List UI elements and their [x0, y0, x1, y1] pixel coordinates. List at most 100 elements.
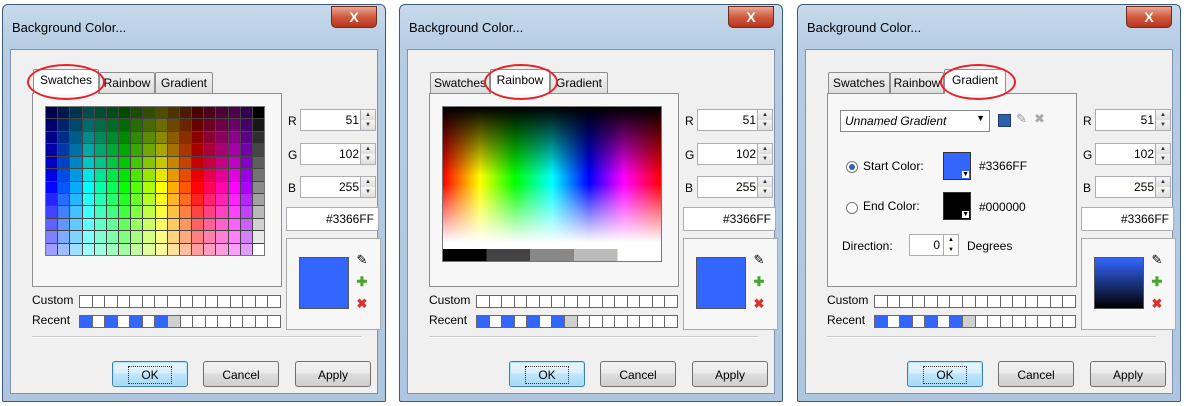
swatch-cell[interactable] [167, 144, 179, 156]
swatch-cell[interactable] [131, 243, 143, 255]
swatch-cell[interactable] [167, 243, 179, 255]
swatch-cell[interactable] [204, 169, 216, 181]
swatch-cell[interactable] [204, 131, 216, 144]
swatch-cell[interactable] [46, 218, 58, 231]
swatch-cell[interactable] [70, 169, 82, 181]
cancel-button[interactable]: Cancel [998, 361, 1074, 387]
swatch-cell[interactable] [143, 169, 155, 181]
recent-swatch-cell[interactable] [900, 316, 913, 327]
swatch-cell[interactable] [143, 144, 155, 156]
swatch-cell[interactable] [106, 156, 118, 169]
spin-up-icon[interactable]: ▲ [361, 177, 375, 187]
swatch-cell[interactable] [94, 156, 106, 169]
swatch-cell[interactable] [228, 156, 240, 169]
close-button[interactable]: X [728, 6, 774, 28]
custom-swatch-cell[interactable] [490, 296, 503, 307]
swatch-cell[interactable] [179, 156, 191, 169]
custom-swatch-cell[interactable] [80, 296, 93, 307]
swatch-cell[interactable] [252, 156, 264, 169]
swatch-cell[interactable] [58, 156, 70, 169]
recent-swatch-cell[interactable] [80, 316, 93, 327]
red-spinner[interactable]: 51 ▲ ▼ [300, 109, 376, 131]
swatch-cell[interactable] [143, 156, 155, 169]
custom-swatch-cell[interactable] [653, 296, 666, 307]
plus-icon[interactable]: ✚ [355, 275, 369, 289]
swatch-cell[interactable] [106, 181, 118, 193]
swatch-cell[interactable] [179, 144, 191, 156]
recent-swatch-cell[interactable] [975, 316, 989, 327]
custom-swatch-cell[interactable] [900, 296, 913, 307]
swatch-cell[interactable] [204, 144, 216, 156]
custom-swatch-cell[interactable] [1001, 296, 1014, 307]
swatch-cell[interactable] [94, 144, 106, 156]
swatch-cell[interactable] [106, 107, 118, 119]
swatch-cell[interactable] [119, 243, 131, 255]
spin-down-icon[interactable]: ▼ [758, 120, 772, 130]
swatch-cell[interactable] [131, 119, 143, 131]
swatch-cell[interactable] [131, 131, 143, 144]
custom-swatch-cell[interactable] [540, 296, 553, 307]
swatch-cell[interactable] [58, 231, 70, 243]
spin-up-icon[interactable]: ▲ [361, 110, 375, 120]
close-button[interactable]: X [1126, 6, 1172, 28]
custom-swatch-cell[interactable] [502, 296, 515, 307]
hex-input[interactable]: #3366FF [286, 207, 379, 231]
spin-up-icon[interactable]: ▲ [758, 177, 772, 187]
swatch-cell[interactable] [46, 107, 58, 119]
swatch-cell[interactable] [252, 231, 264, 243]
eyedropper-icon[interactable]: ✎ [1150, 253, 1164, 267]
green-spin-arrows[interactable]: ▲ ▼ [757, 144, 772, 164]
swatch-cell[interactable] [131, 193, 143, 206]
swatch-cell[interactable] [70, 243, 82, 255]
swatch-cell[interactable] [70, 231, 82, 243]
custom-swatch-cell[interactable] [231, 296, 244, 307]
spin-down-icon[interactable]: ▼ [361, 120, 375, 130]
ok-button[interactable]: OK [509, 361, 585, 387]
custom-swatch-cell[interactable] [1063, 296, 1075, 307]
tab-rainbow[interactable]: Rainbow [99, 72, 155, 93]
recent-swatch-cell[interactable] [912, 316, 926, 327]
swatch-cell[interactable] [216, 243, 228, 255]
swatch-cell[interactable] [155, 169, 167, 181]
custom-swatches[interactable] [79, 295, 281, 308]
hex-input[interactable]: #3366FF [1081, 207, 1174, 231]
swatch-cell[interactable] [240, 169, 252, 181]
recent-swatch-cell[interactable] [477, 316, 490, 327]
swatch-cell[interactable] [82, 131, 94, 144]
blue-spin-arrows[interactable]: ▲ ▼ [360, 177, 375, 197]
recent-swatch-cell[interactable] [92, 316, 106, 327]
swatch-cell[interactable] [216, 181, 228, 193]
custom-swatch-cell[interactable] [105, 296, 118, 307]
swatch-cell[interactable] [46, 144, 58, 156]
recent-swatch-cell[interactable] [1013, 316, 1026, 327]
swatch-cell[interactable] [167, 156, 179, 169]
swatch-cell[interactable] [167, 231, 179, 243]
swatch-cell[interactable] [131, 181, 143, 193]
spin-up-icon[interactable]: ▲ [361, 144, 375, 154]
swatch-cell[interactable] [131, 218, 143, 231]
swatch-cell[interactable] [119, 131, 131, 144]
custom-swatch-cell[interactable] [193, 296, 206, 307]
swatch-cell[interactable] [179, 107, 191, 119]
tab-swatches[interactable]: Swatches [430, 72, 490, 93]
swatch-cell[interactable] [131, 107, 143, 119]
custom-swatch-cell[interactable] [477, 296, 490, 307]
recent-swatch-cell[interactable] [180, 316, 194, 327]
custom-swatch-cell[interactable] [925, 296, 938, 307]
swatch-cell[interactable] [192, 169, 204, 181]
recent-swatch-cell[interactable] [1025, 316, 1039, 327]
recent-swatch-cell[interactable] [255, 316, 269, 327]
recent-swatch-cell[interactable] [615, 316, 628, 327]
swatch-cell[interactable] [240, 119, 252, 131]
swatch-cell[interactable] [106, 231, 118, 243]
green-spinner[interactable]: 102 ▲ ▼ [300, 143, 376, 165]
recent-swatch-cell[interactable] [205, 316, 219, 327]
swatch-cell[interactable] [204, 243, 216, 255]
swatch-cell[interactable] [46, 169, 58, 181]
swatch-cell[interactable] [216, 131, 228, 144]
swatch-cell[interactable] [46, 181, 58, 193]
swatch-cell[interactable] [252, 181, 264, 193]
swatch-cell[interactable] [216, 119, 228, 131]
plus-icon[interactable]: ✚ [752, 275, 766, 289]
recent-swatch-cell[interactable] [925, 316, 938, 327]
